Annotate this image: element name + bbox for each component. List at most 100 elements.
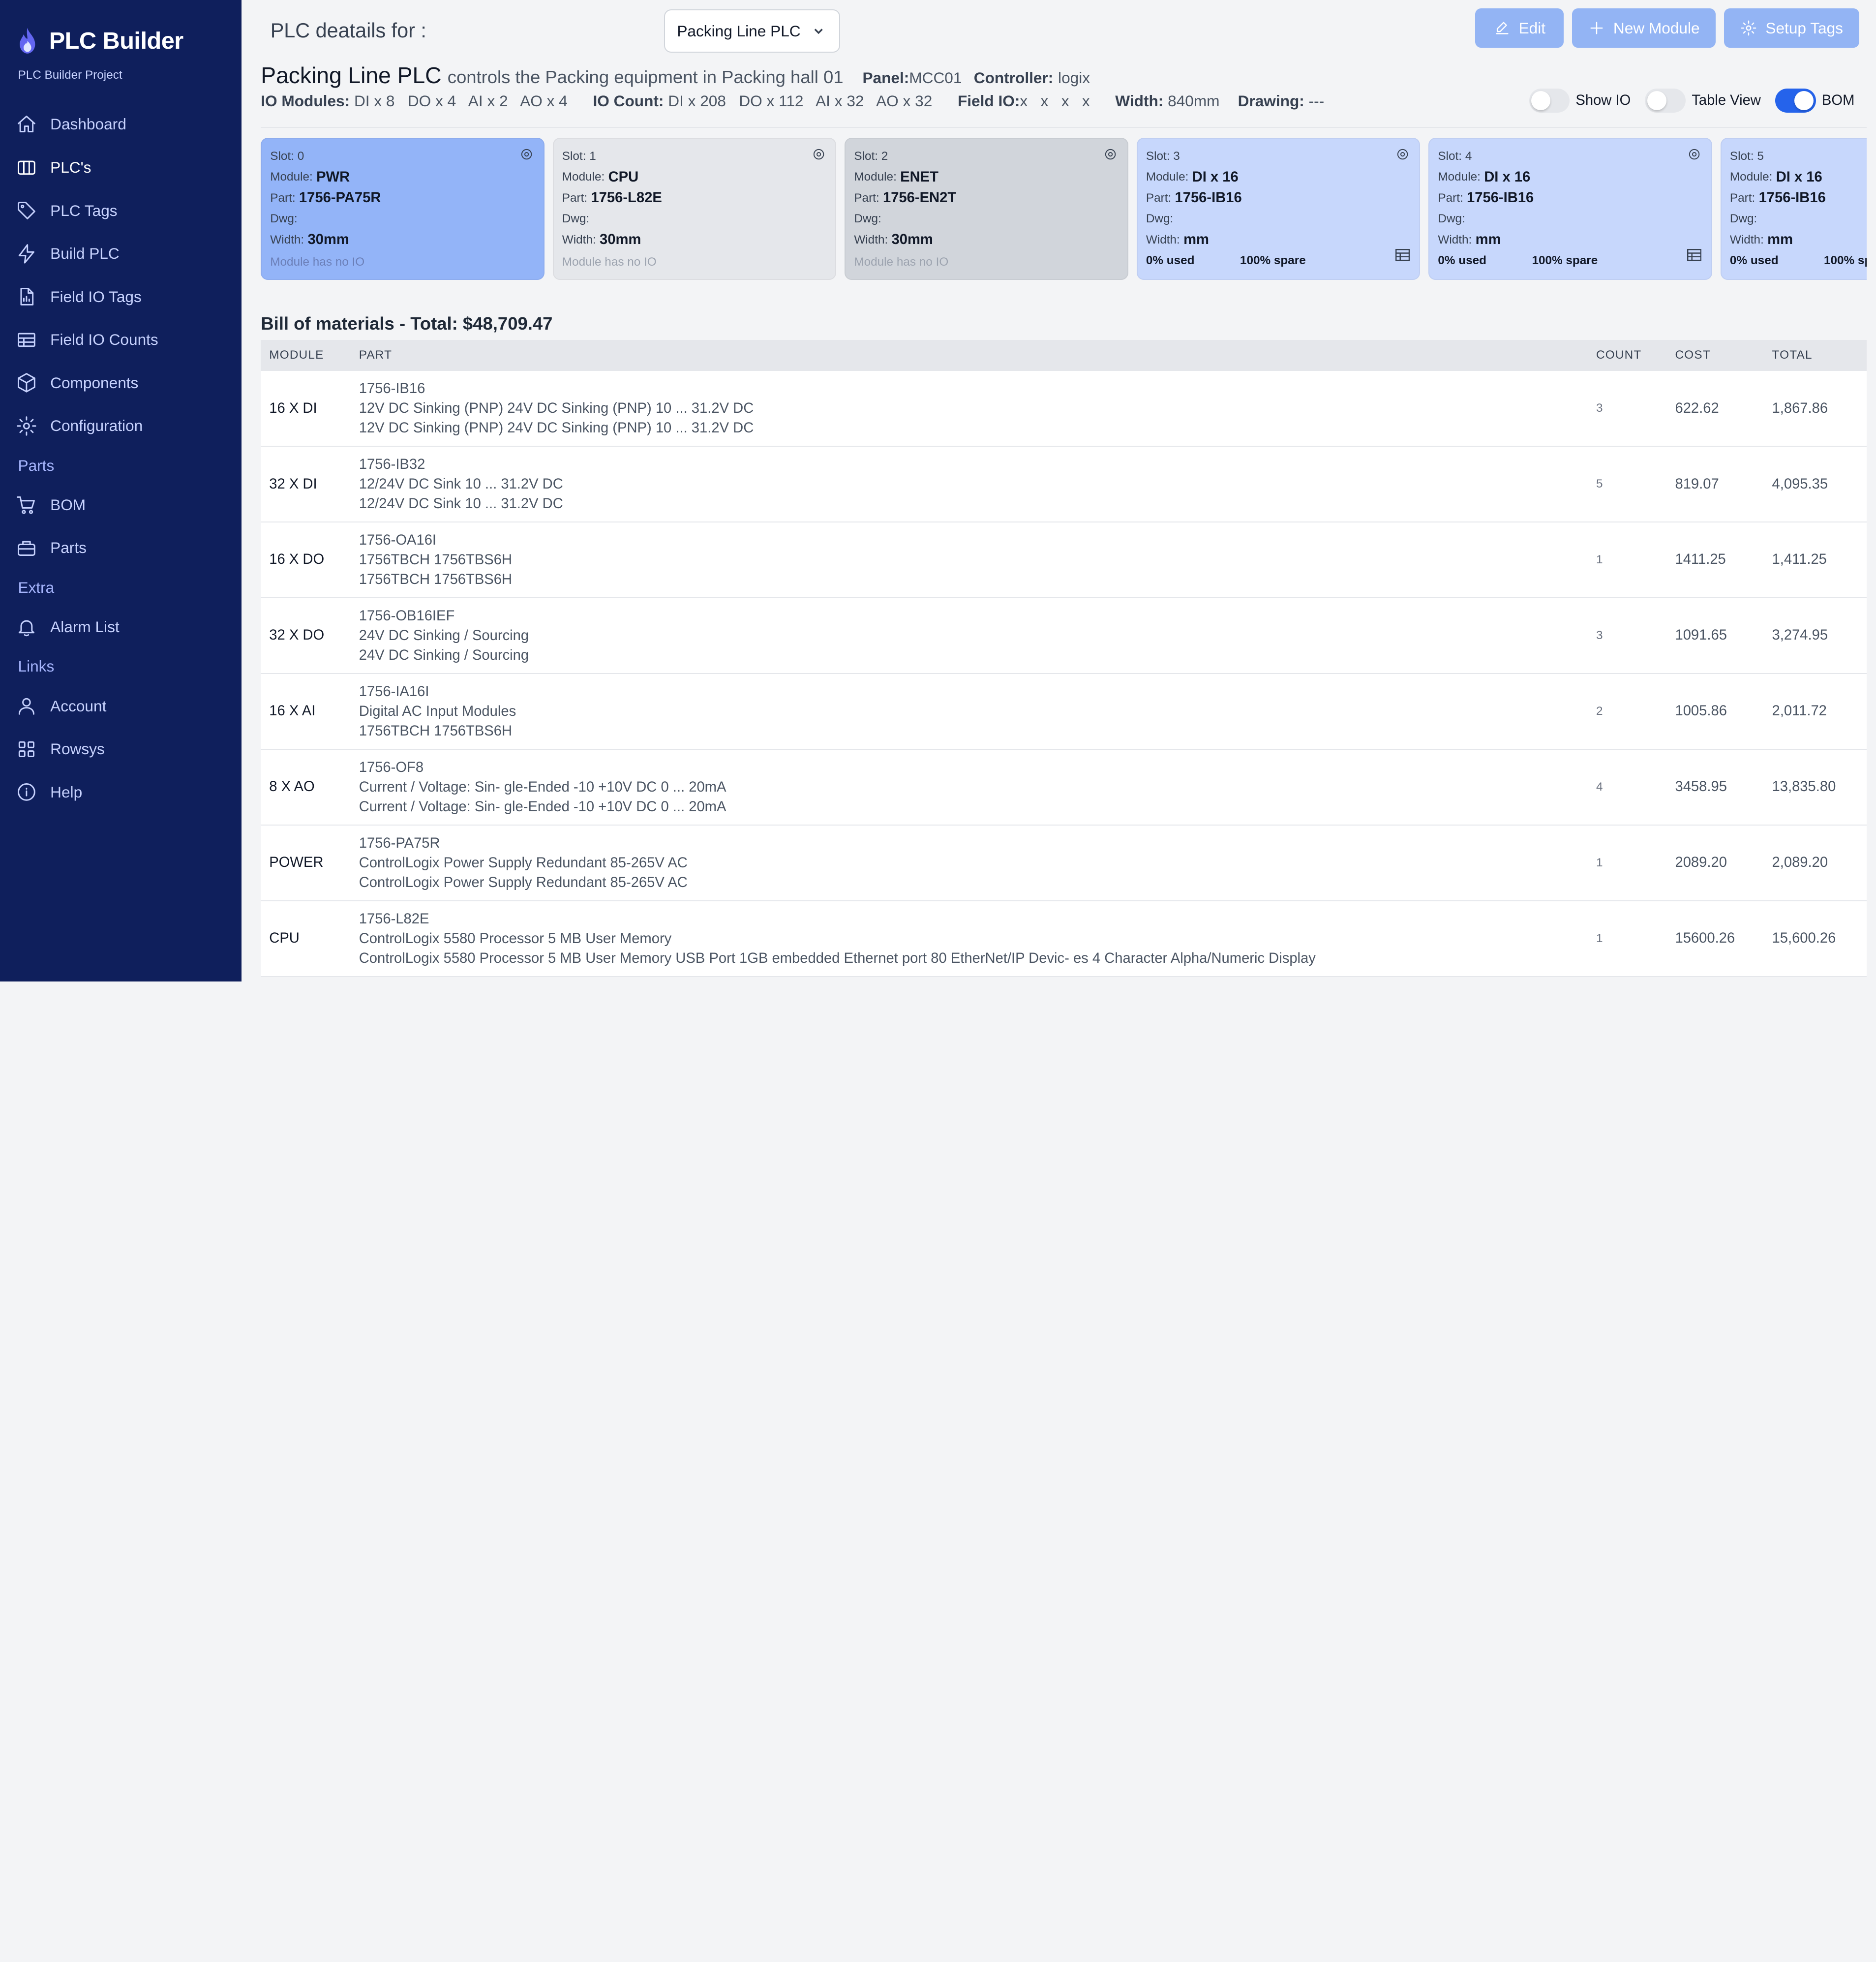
part-desc-line-2: 24V DC Sinking / Sourcing <box>359 647 529 664</box>
io-modules-value: DI x 8 DO x 4 AI x 2 AO x 4 <box>354 92 568 110</box>
new-module-button[interactable]: New Module <box>1572 8 1716 48</box>
nav-dashboard[interactable]: Dashboard <box>0 103 242 146</box>
plc-description: controls the Packing equipment in Packin… <box>447 67 844 88</box>
gear-icon[interactable] <box>812 147 826 161</box>
bom-label: BOM <box>1821 92 1855 108</box>
module-card-slot-5[interactable]: Slot: 5 Module: DI x 16 Part: 1756-IB16 Dw… <box>1720 137 1867 280</box>
width-label: Width: <box>562 233 596 246</box>
width-line: Width: mm <box>1146 230 1419 251</box>
bom-table: MODULE PART COUNT COST TOTAL 16 X DI 1756… <box>261 339 1867 977</box>
section-parts: Parts <box>18 456 55 474</box>
cell-count: 2 <box>1596 704 1603 718</box>
module-card-slot-0[interactable]: Slot: 0 Module: PWR Part: 1756-PA75R Dwg: … <box>261 137 545 280</box>
part-line: Part: 1756-L82E <box>562 187 835 209</box>
part-desc-line-2: ControlLogix 5580 Processor 5 MB User Me… <box>359 950 1316 966</box>
show-io-label: Show IO <box>1575 92 1631 108</box>
table-row[interactable]: 32 X DO 1756-OB16IEF 24V DC Sinking / Sour… <box>261 598 1867 674</box>
nav-plc-tags[interactable]: PLC Tags <box>0 189 242 232</box>
cell-total: 15,600.26 <box>1772 930 1836 947</box>
nav-build-plc[interactable]: Build PLC <box>0 232 242 276</box>
cell-cost: 1005.86 <box>1675 703 1727 719</box>
table-row[interactable]: POWER 1756-PA75R ControlLogix Power Supply… <box>261 826 1867 901</box>
gear-icon[interactable] <box>519 147 534 161</box>
module-label: Module: <box>1438 170 1481 184</box>
cell-total: 3,274.95 <box>1772 627 1828 644</box>
nav-configuration[interactable]: Configuration <box>0 404 242 448</box>
gear-icon[interactable] <box>1103 147 1118 161</box>
table-view-toggle[interactable] <box>1645 89 1686 113</box>
part-number: 1756-PA75R <box>299 190 381 206</box>
spare-percent: 100% spare <box>1532 254 1598 268</box>
slot-number: 0 <box>297 149 304 163</box>
module-card-slot-3[interactable]: Slot: 3 Module: DI x 16 Part: 1756-IB16 Dw… <box>1136 137 1421 280</box>
part-number: 1756-IA16I <box>359 683 429 700</box>
part-desc-line-2: 12/24V DC Sink 10 ... 31.2V DC <box>359 496 563 512</box>
bell-icon <box>18 620 34 636</box>
nav-account[interactable]: Account <box>0 684 242 728</box>
width-label: Width: <box>854 233 888 246</box>
cell-count: 4 <box>1596 780 1603 794</box>
module-card-slot-1[interactable]: Slot: 1 Module: CPU Part: 1756-L82E Dwg: W… <box>552 137 837 280</box>
width-label: Width: <box>1438 233 1472 246</box>
table-row[interactable]: CPU 1756-L82E ControlLogix 5580 Processor … <box>261 901 1867 977</box>
nav-plcs[interactable]: PLC's <box>0 146 242 189</box>
cell-count: 1 <box>1596 931 1603 945</box>
part-label: Part: <box>854 191 879 205</box>
gear-icon[interactable] <box>1395 147 1410 161</box>
section-extra: Extra <box>18 578 55 596</box>
part-number: 1756-IB16 <box>1758 190 1826 206</box>
table-row[interactable]: 16 X DO 1756-OA16I 1756TBCH 1756TBS6H 1756T… <box>261 522 1867 598</box>
nav-components[interactable]: Components <box>0 362 242 405</box>
edit-button[interactable]: Edit <box>1475 8 1564 48</box>
cube-icon <box>17 373 35 393</box>
io-usage: 0% used 100% spare <box>1146 254 1419 268</box>
nav-help[interactable]: Help <box>0 770 242 814</box>
cell-count: 1 <box>1596 856 1603 869</box>
module-label: Module: <box>1146 170 1189 184</box>
cell-module: CPU <box>269 930 300 947</box>
cell-module: 32 X DI <box>269 476 317 492</box>
nav-field-io-counts[interactable]: Field IO Counts <box>0 318 242 362</box>
part-number: 1756-IB16 <box>1175 190 1242 206</box>
nav-parts[interactable]: Parts <box>0 526 242 570</box>
table-row[interactable]: 8 X AO 1756-OF8 Current / Voltage: Sin- gl… <box>261 750 1867 826</box>
slot-line: Slot: 3 <box>1146 146 1419 167</box>
part-desc-line-2: 12V DC Sinking (PNP) 24V DC Sinking (PNP… <box>359 420 754 436</box>
slot-number: 2 <box>881 149 888 163</box>
table-row[interactable]: 16 X DI 1756-IB16 12V DC Sinking (PNP) 24V… <box>261 371 1867 447</box>
nav-alarm-list[interactable]: Alarm List <box>0 606 242 649</box>
plc-select[interactable]: Packing Line PLC <box>664 9 840 53</box>
cell-module: 16 X DI <box>269 400 317 416</box>
section-links: Links <box>18 657 55 675</box>
gear-icon[interactable] <box>1687 147 1701 161</box>
controller-label: Controller: <box>973 69 1054 87</box>
part-desc-line-2: ControlLogix Power Supply Redundant 85-2… <box>359 874 688 890</box>
controller-value: logix <box>1058 69 1090 87</box>
table-icon[interactable] <box>1687 249 1702 261</box>
table-row[interactable]: 32 X DI 1756-IB32 12/24V DC Sink 10 ... 31… <box>261 447 1867 522</box>
field-io-value: x x x x <box>1020 92 1090 110</box>
module-card-slot-2[interactable]: Slot: 2 Module: ENET Part: 1756-EN2T Dwg: … <box>845 137 1128 280</box>
cell-part: 1756-OF8 Current / Voltage: Sin- gle-Ende… <box>359 758 1596 817</box>
nav-bom[interactable]: BOM <box>0 484 242 527</box>
setup-tags-button[interactable]: Setup Tags <box>1724 8 1860 48</box>
bom-toggle[interactable] <box>1775 89 1816 113</box>
cell-count: 3 <box>1596 401 1603 415</box>
slot-line: Slot: 4 <box>1438 146 1711 167</box>
nav-rowsys[interactable]: Rowsys <box>0 728 242 771</box>
nav-field-io-tags[interactable]: Field IO Tags <box>0 275 242 318</box>
plc-select-value: Packing Line PLC <box>677 22 801 40</box>
header-count: COUNT <box>1596 348 1642 362</box>
part-desc-line-1: ControlLogix Power Supply Redundant 85-2… <box>359 855 688 871</box>
bom-body: 16 X DI 1756-IB16 12V DC Sinking (PNP) 24V… <box>261 371 1867 977</box>
show-io-toggle[interactable] <box>1529 89 1570 113</box>
brand[interactable]: PLC Builder <box>0 0 242 60</box>
table-icon[interactable] <box>1395 249 1410 261</box>
drawing-value: --- <box>1308 92 1325 110</box>
plc-title-row: Packing Line PLC controls the Packing eq… <box>261 62 1090 89</box>
table-row[interactable]: 16 X AI 1756-IA16I Digital AC Input Module… <box>261 674 1867 750</box>
module-card-slot-4[interactable]: Slot: 4 Module: DI x 16 Part: 1756-IB16 Dw… <box>1428 137 1712 280</box>
part-desc-line-1: 12V DC Sinking (PNP) 24V DC Sinking (PNP… <box>359 400 754 416</box>
cell-module: 16 X DO <box>269 552 325 568</box>
part-desc-line-1: 24V DC Sinking / Sourcing <box>359 627 529 644</box>
